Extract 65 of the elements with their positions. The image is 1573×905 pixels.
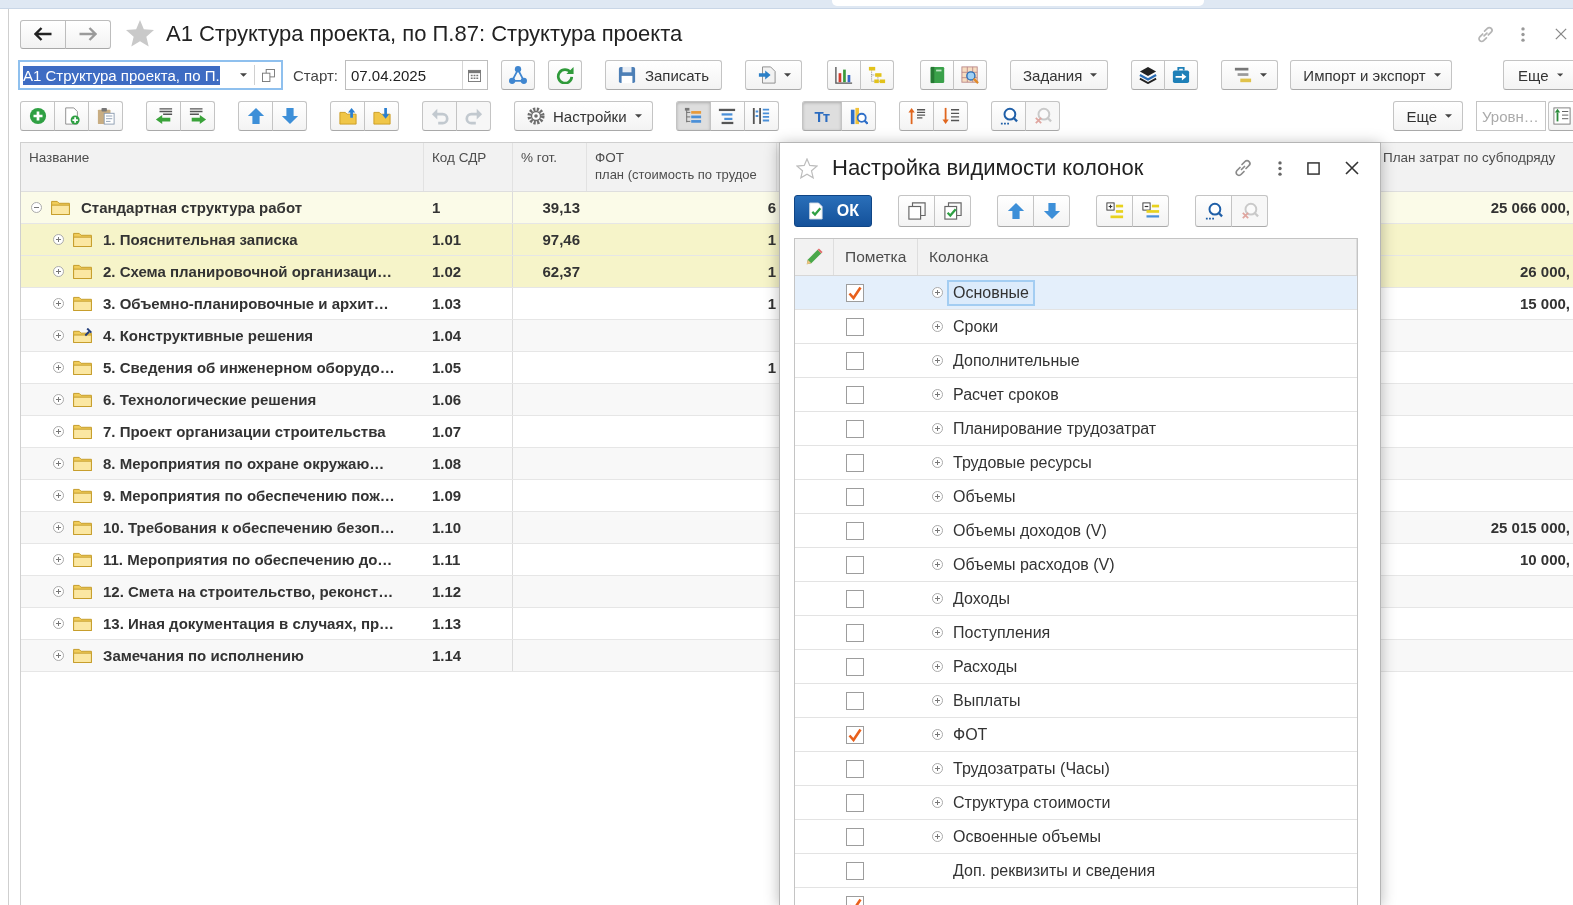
payroll-value: 1	[767, 295, 776, 312]
column-name: Расходы	[952, 656, 1019, 677]
payroll-value: 1	[767, 263, 776, 280]
wbs-code: 1.07	[432, 423, 462, 440]
subcontract-cost: 15 000,	[1519, 295, 1570, 312]
task-name: 3. Объемно-планировочные и архит…	[103, 295, 389, 312]
payroll-value: 1	[767, 231, 776, 248]
wbs-code: 1.13	[432, 615, 462, 632]
form-title: А1 Структура проекта, по П.87: Структура проекта	[166, 21, 683, 47]
wbs-code: 1.14	[432, 647, 462, 664]
task-name: 12. Смета на строительство, реконст…	[103, 583, 394, 600]
task-name: 10. Требования к обеспечению безоп…	[103, 519, 395, 536]
column-name: Структура стоимости	[952, 792, 1112, 813]
subcontract-cost: 25 066 000,	[1490, 199, 1570, 216]
task-name: 6. Технологические решения	[103, 391, 317, 408]
wbs-code: 1.02	[432, 263, 462, 280]
subcontract-cost: 10 000,	[1519, 551, 1570, 568]
task-name: Замечания по исполнению	[103, 647, 304, 664]
column-name: Освоенные объемы	[952, 826, 1102, 847]
wbs-code: 1.03	[432, 295, 462, 312]
task-name: 2. Схема планировочной организаци…	[103, 263, 392, 280]
column-subheader: план (стоимость по трудое	[595, 167, 757, 182]
column-name: Доп. реквизиты и сведения	[952, 860, 1157, 881]
task-name: 5. Сведения об инженерном оборудо…	[103, 359, 395, 376]
wbs-code: 1.05	[432, 359, 462, 376]
wbs-code: 1	[432, 199, 441, 216]
subcontract-cost: 25 015 000,	[1490, 519, 1570, 536]
wbs-code: 1.12	[432, 583, 462, 600]
column-name: Доходы	[952, 588, 1011, 609]
task-name: 8. Мероприятия по охране окружаю…	[103, 455, 385, 472]
wbs-code: 1.08	[432, 455, 462, 472]
dialog-title: Настройка видимости колонок	[832, 155, 1144, 181]
column-name: Планирование трудозатрат	[952, 418, 1158, 439]
column-name: ФОТ	[952, 724, 989, 745]
column-name: Трудозатраты (Часы)	[952, 758, 1111, 779]
task-name: 13. Иная документация в случаях, пр…	[103, 615, 395, 632]
column-name: Объемы расходов (V)	[952, 554, 1116, 575]
column-name: Объемы доходов (V)	[952, 520, 1108, 541]
wbs-code: 1.06	[432, 391, 462, 408]
column-name: Расчет сроков	[952, 384, 1060, 405]
wbs-code: 1.09	[432, 487, 462, 504]
task-name: Стандартная структура работ	[81, 199, 303, 216]
task-name: 9. Мероприятия по обеспечению пож…	[103, 487, 395, 504]
column-name: Выплаты	[952, 690, 1022, 711]
column-name: Сроки	[952, 316, 1000, 337]
wbs-code: 1.04	[432, 327, 462, 344]
percent-ready: 39,13	[542, 199, 580, 216]
task-name: 11. Мероприятия по обеспечению до…	[103, 551, 393, 568]
column-name: Дополнительные	[952, 350, 1081, 371]
column-name: Трудовые ресурсы	[952, 452, 1093, 473]
column-name: Объемы	[952, 486, 1017, 507]
task-name: 7. Проект организации строительства	[103, 423, 386, 440]
task-name: 1. Пояснительная записка	[103, 231, 298, 248]
wbs-code: 1.10	[432, 519, 462, 536]
wbs-code: 1.11	[432, 551, 461, 568]
payroll-value: 1	[767, 359, 776, 376]
percent-ready: 62,37	[542, 263, 580, 280]
subcontract-cost: 26 000,	[1519, 263, 1570, 280]
field-label: Старт:	[293, 66, 338, 84]
column-name: Основные	[947, 279, 1035, 306]
task-name: 4. Конструктивные решения	[103, 327, 314, 344]
percent-ready: 97,46	[542, 231, 580, 248]
payroll-value: 6	[767, 199, 776, 216]
wbs-code: 1.01	[432, 231, 462, 248]
column-name: Поступления	[952, 622, 1052, 643]
